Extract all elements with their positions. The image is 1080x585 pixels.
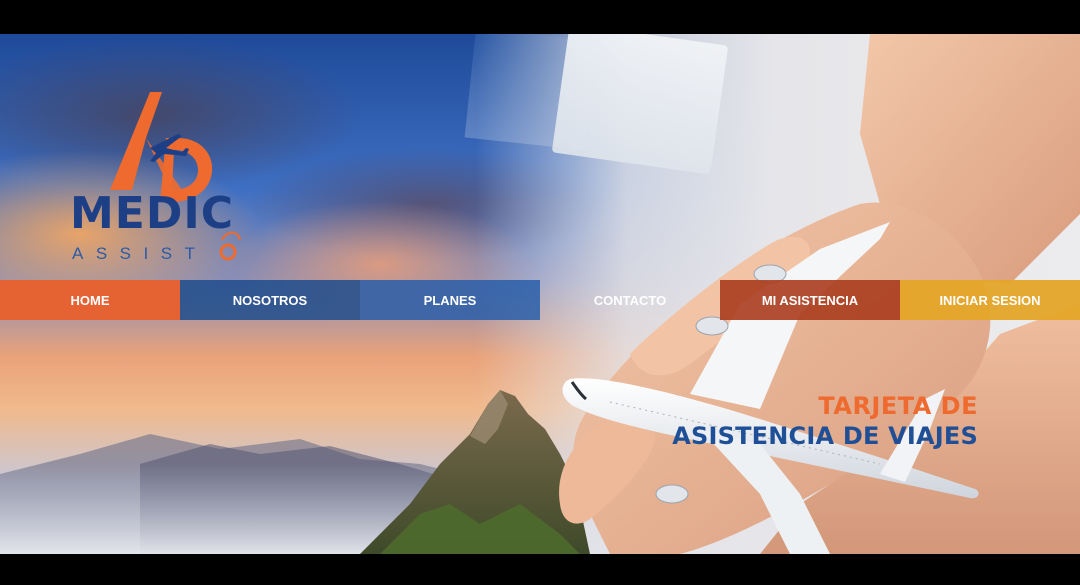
headline-line-1: TARJETA DE <box>818 392 978 420</box>
nav-item-iniciar-sesion[interactable]: INICIAR SESION <box>900 280 1080 320</box>
main-navigation: HOME NOSOTROS PLANES CONTACTO MI ASISTEN… <box>0 280 1080 320</box>
logo-text-medic: MEDIC <box>70 188 235 239</box>
nav-item-contacto[interactable]: CONTACTO <box>540 280 720 320</box>
nav-item-nosotros[interactable]: NOSOTROS <box>180 280 360 320</box>
logo-text-assist: ASSIST <box>72 244 208 263</box>
hero-headline: TARJETA DE ASISTENCIA DE VIAJES <box>672 392 978 452</box>
nav-item-home[interactable]: HOME <box>0 280 180 320</box>
headline-line-2: ASISTENCIA DE VIAJES <box>672 421 978 450</box>
hero-banner: MEDIC ASSIST HOME NOSOTROS PLANES CONTAC… <box>0 34 1080 554</box>
nav-item-mi-asistencia[interactable]: MI ASISTENCIA <box>720 280 900 320</box>
nav-item-planes[interactable]: PLANES <box>360 280 540 320</box>
